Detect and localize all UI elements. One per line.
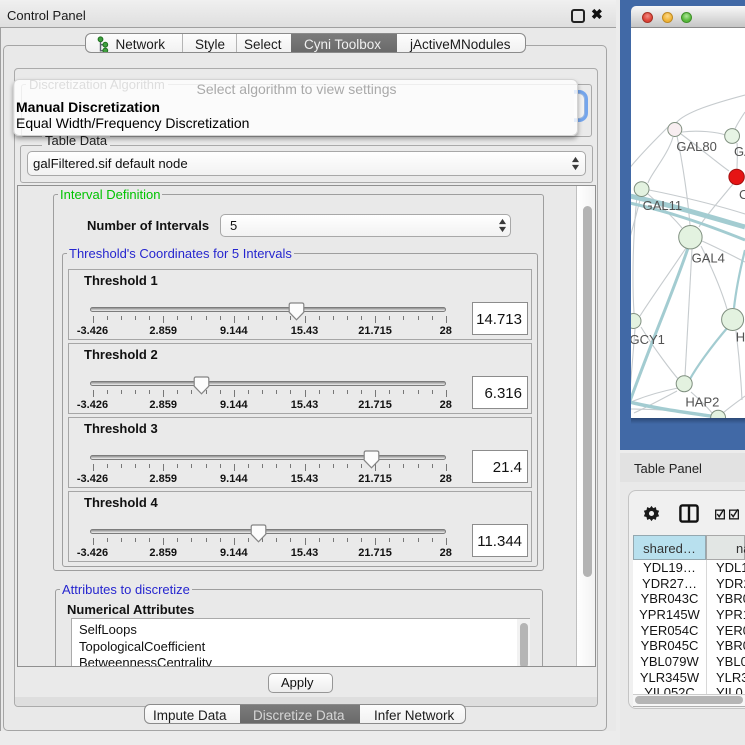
svg-text:GAL80: GAL80 [676,139,716,154]
svg-text:C: C [739,187,745,202]
svg-text:GA: GA [734,144,745,159]
svg-text:GCY1: GCY1 [631,332,665,347]
svg-text:GAL4: GAL4 [692,250,725,265]
svg-text:HAP2: HAP2 [685,395,719,410]
svg-text:H: H [736,330,745,345]
svg-text:GAL11: GAL11 [643,198,683,213]
